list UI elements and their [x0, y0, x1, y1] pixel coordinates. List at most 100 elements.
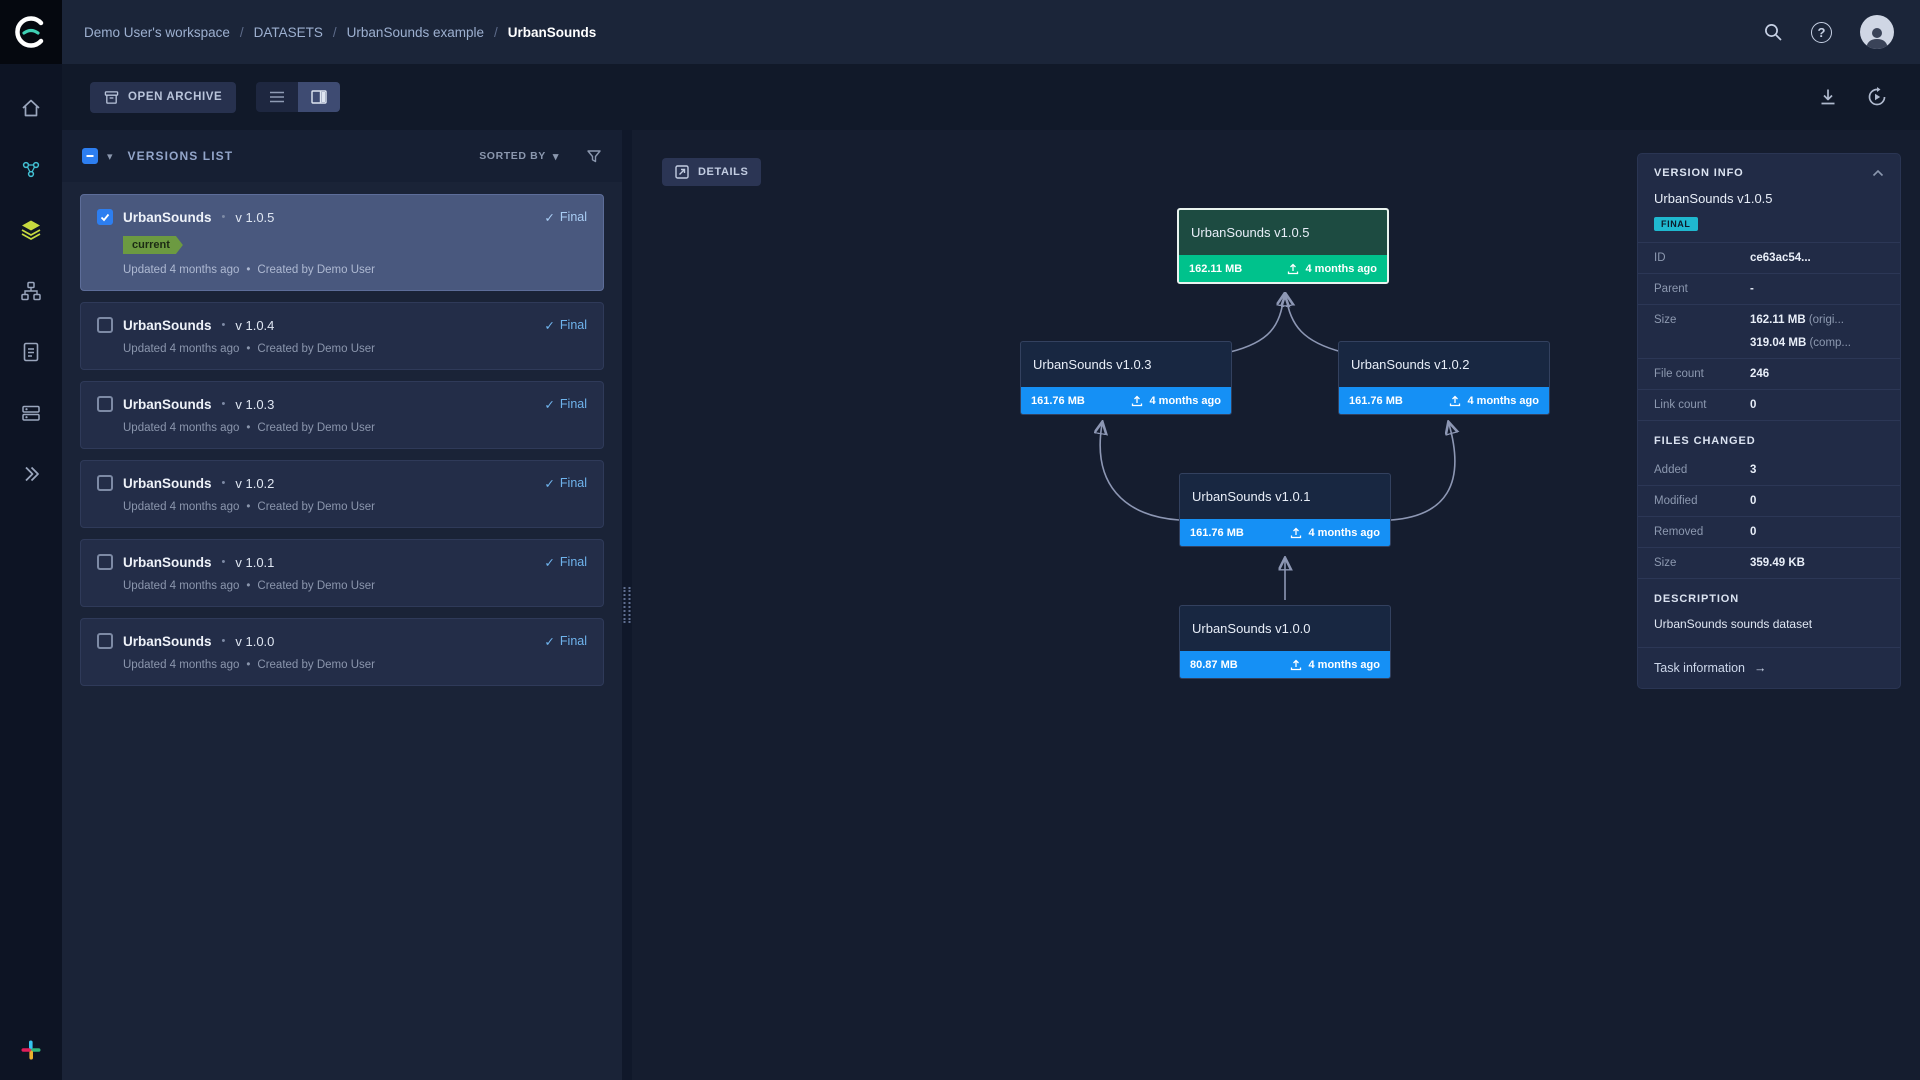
- versions-panel: ▾ VERSIONS LIST SORTED BY ▾: [62, 130, 622, 1080]
- version-checkbox[interactable]: [97, 475, 113, 491]
- details-button[interactable]: DETAILS: [662, 158, 761, 186]
- info-label: Added: [1654, 464, 1750, 476]
- check-icon: ✓: [544, 210, 554, 225]
- version-checkbox[interactable]: [97, 554, 113, 570]
- version-card-v1-0-3[interactable]: UrbanSounds • v 1.0.3 ✓ Final Updated 4 …: [80, 381, 604, 449]
- graph-node-v1-0-1[interactable]: UrbanSounds v1.0.1 161.76 MB 4 months ag…: [1179, 473, 1391, 547]
- toolbar-right: [1818, 86, 1892, 108]
- select-all-checkbox[interactable]: [82, 148, 98, 164]
- download-icon[interactable]: [1818, 87, 1838, 107]
- tag-row: current: [123, 235, 587, 254]
- workers-icon[interactable]: [19, 462, 43, 486]
- updated-text: Updated 4 months ago: [123, 343, 239, 355]
- search-icon[interactable]: [1763, 22, 1783, 42]
- version-meta: Updated 4 months ago • Created by Demo U…: [123, 422, 587, 434]
- final-status: ✓ Final: [544, 634, 587, 649]
- dot-separator: •: [246, 343, 250, 355]
- datasets-icon[interactable]: [19, 218, 43, 242]
- info-label: Removed: [1654, 526, 1750, 538]
- version-card-v1-0-2[interactable]: UrbanSounds • v 1.0.2 ✓ Final Updated 4 …: [80, 460, 604, 528]
- filter-icon[interactable]: [586, 148, 602, 164]
- task-information-link[interactable]: Task information →: [1638, 647, 1900, 688]
- version-number: v 1.0.2: [235, 476, 274, 491]
- version-meta: Updated 4 months ago • Created by Demo U…: [123, 580, 587, 592]
- info-row-id: ID ce63ac54...: [1638, 243, 1900, 274]
- graph-node-v1-0-5[interactable]: UrbanSounds v1.0.5 162.11 MB 4 months ag…: [1177, 208, 1389, 284]
- info-row-size-compressed: 319.04 MB (comp...: [1638, 328, 1900, 359]
- sorted-by-caret-icon: ▾: [553, 150, 559, 163]
- select-all-caret-icon[interactable]: ▾: [107, 150, 113, 163]
- graph-node-v1-0-3[interactable]: UrbanSounds v1.0.3 161.76 MB 4 months ag…: [1020, 341, 1232, 415]
- version-card-v1-0-1[interactable]: UrbanSounds • v 1.0.1 ✓ Final Updated 4 …: [80, 539, 604, 607]
- split-view-toggle[interactable]: [298, 82, 340, 112]
- collapse-chevron-icon[interactable]: [1872, 169, 1884, 177]
- content-column: OPEN ARCHIVE: [62, 64, 1920, 1080]
- dot-separator: •: [246, 422, 250, 434]
- info-label: Link count: [1654, 399, 1750, 411]
- slack-icon[interactable]: [19, 1038, 43, 1062]
- files-changed-fields: Added 3 Modified 0 Removed 0: [1638, 455, 1900, 579]
- sorted-by-dropdown[interactable]: SORTED BY ▾: [479, 150, 559, 163]
- info-row-files-size: Size 359.49 KB: [1638, 548, 1900, 579]
- version-checkbox[interactable]: [97, 396, 113, 412]
- app-root: Demo User's workspace / DATASETS / Urban…: [0, 0, 1920, 1080]
- version-card-v1-0-0[interactable]: UrbanSounds • v 1.0.0 ✓ Final Updated 4 …: [80, 618, 604, 686]
- version-number: v 1.0.3: [235, 397, 274, 412]
- node-age-text: 4 months ago: [1149, 395, 1221, 407]
- projects-icon[interactable]: [19, 157, 43, 181]
- updated-text: Updated 4 months ago: [123, 264, 239, 276]
- panel-splitter[interactable]: [622, 130, 632, 1080]
- node-size: 162.11 MB: [1189, 263, 1242, 275]
- files-changed-title: FILES CHANGED: [1638, 421, 1900, 455]
- queues-icon[interactable]: [19, 401, 43, 425]
- table-view-toggle[interactable]: [256, 82, 298, 112]
- pipelines-icon[interactable]: [19, 279, 43, 303]
- details-icon: [675, 165, 689, 179]
- version-number: v 1.0.1: [235, 555, 274, 570]
- info-value: 359.49 KB: [1750, 557, 1884, 569]
- final-status: ✓ Final: [544, 476, 587, 491]
- upload-icon: [1449, 395, 1461, 407]
- info-value-sub: (comp...: [1809, 337, 1851, 349]
- final-label: Final: [560, 555, 587, 569]
- avatar[interactable]: [1860, 15, 1894, 49]
- version-name: UrbanSounds: [123, 318, 212, 333]
- node-age-text: 4 months ago: [1308, 527, 1380, 539]
- upload-icon: [1290, 527, 1302, 539]
- info-value: 3: [1750, 464, 1884, 476]
- version-checkbox[interactable]: [97, 633, 113, 649]
- clearml-logo[interactable]: [0, 0, 62, 64]
- info-value: 0: [1750, 495, 1884, 507]
- version-card-v1-0-5[interactable]: UrbanSounds • v 1.0.5 ✓ Final current: [80, 194, 604, 291]
- info-value-main: 246: [1750, 368, 1769, 380]
- node-title: UrbanSounds v1.0.3: [1021, 342, 1231, 387]
- info-value-main: 319.04 MB: [1750, 337, 1806, 349]
- info-row-link-count: Link count 0: [1638, 390, 1900, 421]
- lineage-canvas[interactable]: DETAILS: [632, 130, 1920, 1080]
- breadcrumb-datasets[interactable]: DATASETS: [254, 25, 323, 40]
- description-text: UrbanSounds sounds dataset: [1638, 613, 1900, 647]
- node-footer: 161.76 MB 4 months ago: [1339, 387, 1549, 414]
- version-checkbox[interactable]: [97, 209, 113, 225]
- node-age-text: 4 months ago: [1305, 263, 1377, 275]
- details-label: DETAILS: [698, 166, 748, 178]
- graph-node-v1-0-0[interactable]: UrbanSounds v1.0.0 80.87 MB 4 months ago: [1179, 605, 1391, 679]
- creator-text: Created by Demo User: [257, 264, 375, 276]
- info-value-main: ce63ac54...: [1750, 252, 1811, 264]
- graph-node-v1-0-2[interactable]: UrbanSounds v1.0.2 161.76 MB 4 months ag…: [1338, 341, 1550, 415]
- autorefresh-icon[interactable]: [1866, 86, 1888, 108]
- version-meta: Updated 4 months ago • Created by Demo U…: [123, 659, 587, 671]
- breadcrumb-project[interactable]: UrbanSounds example: [347, 25, 484, 40]
- breadcrumb-workspace[interactable]: Demo User's workspace: [84, 25, 230, 40]
- open-archive-button[interactable]: OPEN ARCHIVE: [90, 82, 236, 113]
- version-checkbox[interactable]: [97, 317, 113, 333]
- node-footer: 161.76 MB 4 months ago: [1021, 387, 1231, 414]
- updated-text: Updated 4 months ago: [123, 501, 239, 513]
- version-card-v1-0-4[interactable]: UrbanSounds • v 1.0.4 ✓ Final Updated 4 …: [80, 302, 604, 370]
- help-icon[interactable]: ?: [1811, 22, 1832, 43]
- info-label: ID: [1654, 252, 1750, 264]
- node-title: UrbanSounds v1.0.2: [1339, 342, 1549, 387]
- reports-icon[interactable]: [19, 340, 43, 364]
- home-icon[interactable]: [19, 96, 43, 120]
- node-footer: 161.76 MB 4 months ago: [1180, 519, 1390, 546]
